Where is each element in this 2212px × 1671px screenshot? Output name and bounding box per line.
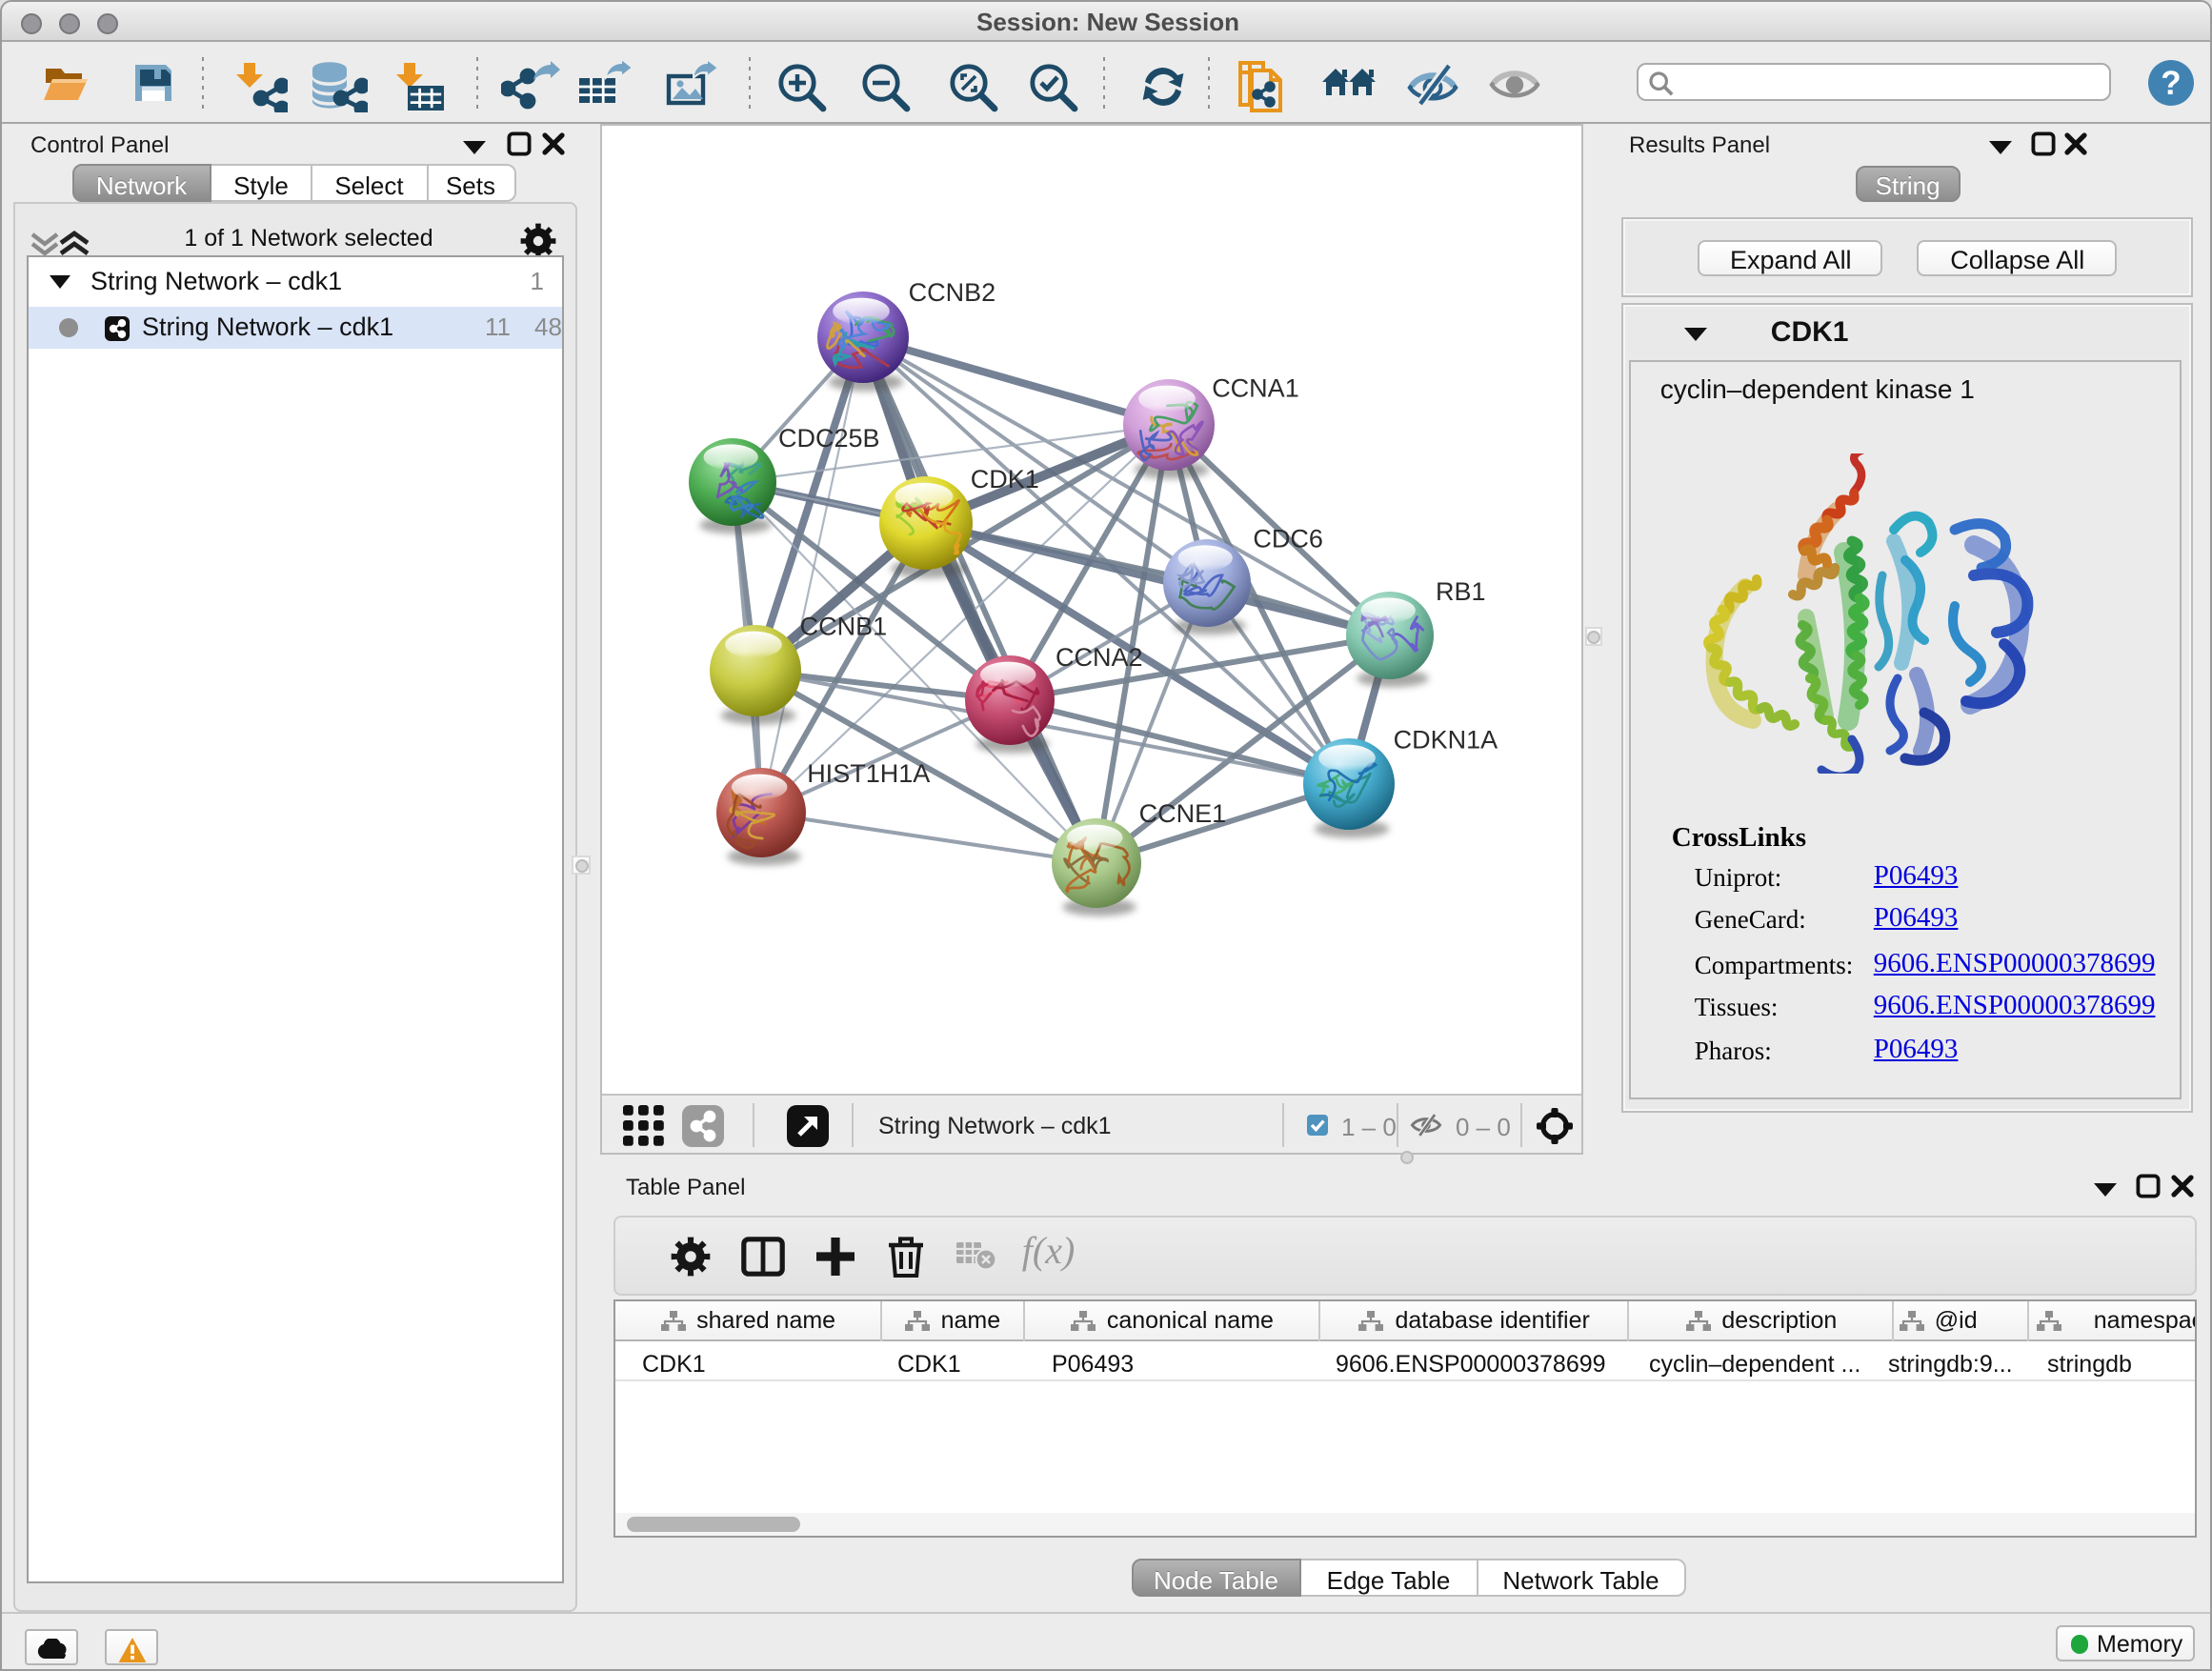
svg-text:?: ?: [2161, 65, 2181, 102]
svg-text:CCNB2: CCNB2: [909, 278, 996, 307]
svg-text:CDK1: CDK1: [971, 465, 1039, 493]
svg-text:CCNA1: CCNA1: [1212, 373, 1299, 402]
svg-text:CCNE1: CCNE1: [1139, 799, 1227, 828]
svg-text:CDC6: CDC6: [1253, 525, 1323, 554]
svg-text:HIST1H1A: HIST1H1A: [807, 759, 930, 788]
svg-text:CCNB1: CCNB1: [800, 612, 888, 640]
svg-text:CDC25B: CDC25B: [778, 424, 880, 453]
svg-text:CDKN1A: CDKN1A: [1394, 725, 1498, 754]
svg-text:CCNA2: CCNA2: [1056, 643, 1143, 672]
svg-text:RB1: RB1: [1436, 577, 1486, 606]
